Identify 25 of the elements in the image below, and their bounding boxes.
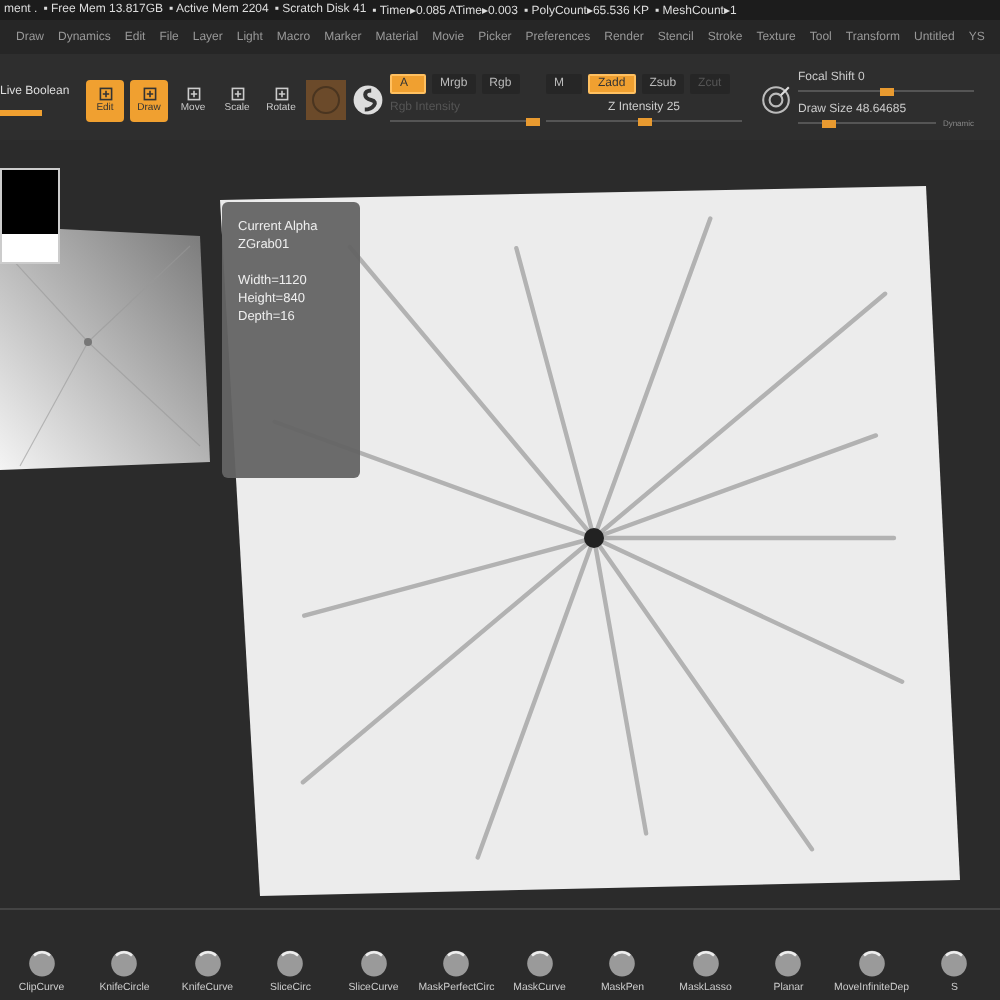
brush-sphere-icon xyxy=(191,946,224,978)
alpha-thumbnail[interactable] xyxy=(0,168,60,264)
brush-sphere-icon xyxy=(772,946,805,978)
brush-circle-icon[interactable] xyxy=(760,84,792,116)
brush-sphere-icon xyxy=(606,946,639,978)
indicator-bar xyxy=(0,109,42,115)
slider-thumb[interactable] xyxy=(822,119,837,127)
brush-sphere-icon xyxy=(440,946,473,978)
brush-sphere-icon xyxy=(938,946,971,978)
brush-sphere-icon xyxy=(25,946,58,978)
tool-icon xyxy=(141,86,157,102)
slider-thumb[interactable] xyxy=(638,117,652,125)
sphere-icon[interactable] xyxy=(352,84,384,116)
brush-sphere-icon xyxy=(357,946,390,978)
brush-sphere-icon xyxy=(108,946,141,978)
brush-sphere-icon xyxy=(689,946,722,978)
brush-sphere-icon xyxy=(274,946,307,978)
material-swatch[interactable] xyxy=(306,80,346,120)
brush-sphere-icon xyxy=(523,946,556,978)
slider-thumb[interactable] xyxy=(880,87,894,95)
tool-icon xyxy=(229,86,245,102)
brush-sphere-icon xyxy=(855,946,888,978)
tool-icon xyxy=(273,86,289,102)
tool-icon xyxy=(185,86,201,102)
tool-icon xyxy=(97,86,113,102)
